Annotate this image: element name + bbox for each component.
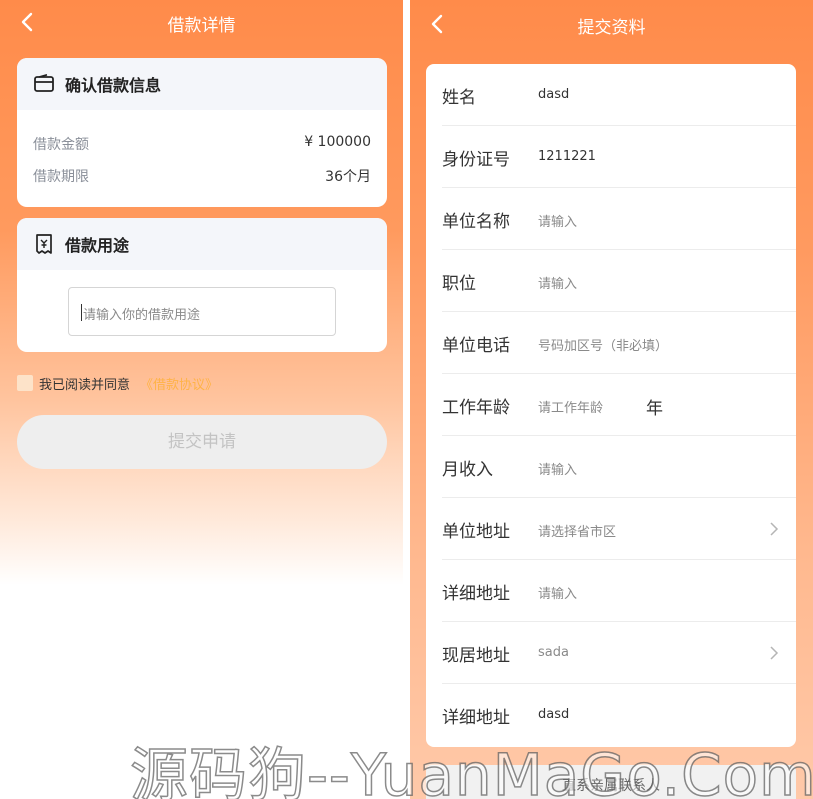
form-row[interactable]: 单位名称 请输入	[442, 188, 796, 250]
chevron-right-icon	[770, 646, 779, 660]
field-label: 详细地址	[442, 584, 510, 604]
card-header: 借款用途	[17, 218, 387, 270]
form-row[interactable]: 职位 请输入	[442, 250, 796, 312]
watermark: 源码狗--YuanMaGo.Com	[129, 740, 813, 799]
form-row[interactable]: 单位电话 号码加区号（非必填）	[442, 312, 796, 374]
submit-info-screen: 提交资料 姓名 dasd 身份证号 1211221 单位名称 请输入 职位 请输入 单位电话 号码…	[410, 0, 813, 799]
field-label: 身份证号	[442, 150, 510, 170]
field-input[interactable]: 请输入	[538, 211, 577, 230]
field-input[interactable]: 1211221	[538, 149, 596, 164]
card-title: 确认借款信息	[65, 76, 162, 95]
loan-amount-row: 借款金额 ¥ 100000	[33, 134, 371, 154]
loan-term-value: 36个月	[325, 169, 371, 185]
form-row[interactable]: 单位地址 请选择省市区	[442, 498, 796, 560]
purpose-placeholder: 请输入你的借款用途	[83, 308, 201, 323]
loan-purpose-input[interactable]: 请输入你的借款用途	[68, 287, 336, 336]
confirm-loan-card: 确认借款信息 借款金额 ¥ 100000 借款期限 36个月	[17, 58, 387, 207]
field-input[interactable]: 请工作年龄	[538, 397, 603, 416]
wallet-icon	[34, 74, 54, 92]
field-label: 单位地址	[442, 522, 510, 542]
loan-term-row: 借款期限 36个月	[33, 166, 371, 186]
card-title: 借款用途	[65, 236, 130, 255]
field-label: 职位	[442, 274, 476, 294]
field-input[interactable]: 请输入	[538, 583, 577, 602]
field-unit: 年	[646, 399, 663, 419]
field-input[interactable]: dasd	[538, 87, 569, 102]
loan-detail-screen: 借款详情 确认借款信息 借款金额 ¥ 100000 借款期限 36个月 借款用途	[0, 0, 403, 799]
loan-amount-value: ¥ 100000	[304, 134, 371, 150]
field-label: 现居地址	[442, 646, 510, 666]
nav-bar: 提交资料	[410, 0, 813, 48]
field-label: 工作年龄	[442, 398, 510, 418]
screen-divider	[403, 0, 410, 799]
field-input[interactable]: sada	[538, 645, 569, 660]
page-title: 借款详情	[167, 16, 236, 36]
field-input[interactable]: 请输入	[538, 273, 577, 292]
field-label: 详细地址	[442, 708, 510, 728]
chevron-right-icon	[770, 522, 779, 536]
submit-application-button[interactable]: 提交申请	[17, 415, 387, 469]
agreement-row: 我已阅读并同意 《借款协议》	[17, 374, 218, 393]
agree-checkbox[interactable]	[17, 375, 33, 391]
field-label: 姓名	[442, 88, 476, 108]
form-row[interactable]: 月收入 请输入	[442, 436, 796, 498]
form-row[interactable]: 详细地址 请输入	[442, 560, 796, 622]
field-label: 单位电话	[442, 336, 510, 356]
text-caret	[81, 304, 82, 321]
form-row[interactable]: 工作年龄 请工作年龄 年	[442, 374, 796, 436]
agreement-link[interactable]: 《借款协议》	[140, 374, 218, 393]
loan-amount-label: 借款金额	[33, 137, 89, 153]
info-form: 姓名 dasd 身份证号 1211221 单位名称 请输入 职位 请输入 单位电话 号码加区号（非…	[426, 64, 796, 747]
field-input[interactable]: 号码加区号（非必填）	[538, 335, 668, 354]
field-input[interactable]: 请输入	[538, 459, 577, 478]
form-row[interactable]: 现居地址 sada	[442, 622, 796, 684]
field-input[interactable]: dasd	[538, 707, 569, 722]
field-label: 月收入	[442, 460, 493, 480]
form-row[interactable]: 身份证号 1211221	[442, 126, 796, 188]
loan-purpose-card: 借款用途 请输入你的借款用途	[17, 218, 387, 352]
form-row[interactable]: 姓名 dasd	[442, 64, 796, 126]
nav-bar: 借款详情	[0, 0, 403, 46]
field-input[interactable]: 请选择省市区	[538, 521, 616, 540]
receipt-icon	[36, 234, 52, 254]
field-label: 单位名称	[442, 212, 510, 232]
loan-term-label: 借款期限	[33, 169, 89, 185]
card-header: 确认借款信息	[17, 58, 387, 110]
page-title: 提交资料	[577, 18, 646, 38]
agree-text: 我已阅读并同意	[39, 377, 131, 393]
